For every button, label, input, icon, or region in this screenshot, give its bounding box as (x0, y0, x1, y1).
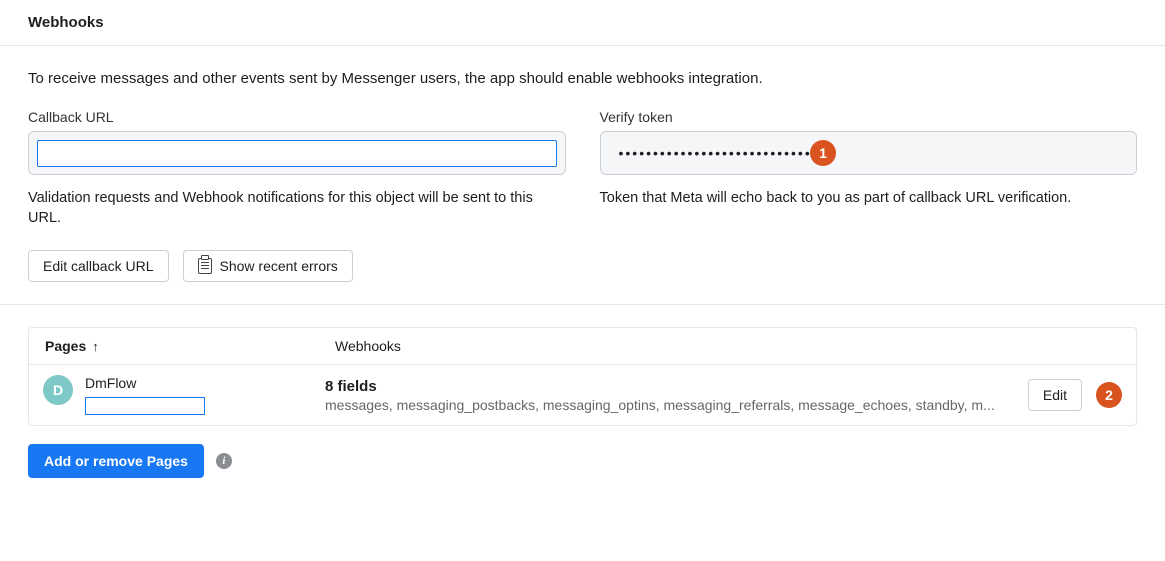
callout-badge-2: 2 (1096, 382, 1122, 408)
token-field: Verify token •••••••••••••••••••••••••••… (600, 109, 1138, 228)
page-id-box (85, 397, 205, 415)
col-header-webhooks: Webhooks (319, 328, 1136, 364)
fields-count: 8 fields (325, 378, 998, 395)
callout-badge-1: 1 (810, 140, 836, 166)
cell-page: D DmFlow (29, 365, 319, 425)
callback-field: Callback URL Validation requests and Web… (28, 109, 566, 228)
col-header-webhooks-label: Webhooks (335, 338, 401, 354)
callback-help: Validation requests and Webhook notifica… (28, 189, 566, 228)
info-icon[interactable]: i (216, 453, 232, 469)
table-header-row: Pages ↑ Webhooks (29, 328, 1136, 365)
token-help: Token that Meta will echo back to you as… (600, 189, 1138, 209)
clipboard-icon (198, 258, 212, 274)
sort-arrow-icon: ↑ (92, 339, 99, 354)
cell-webhooks: 8 fields messages, messaging_postbacks, … (319, 368, 1014, 423)
add-remove-pages-label: Add or remove Pages (44, 453, 188, 469)
add-pages-row: Add or remove Pages i (28, 444, 1137, 478)
col-header-pages-label: Pages (45, 338, 86, 354)
page-title: Webhooks (0, 0, 1165, 46)
cell-action: Edit 2 (1014, 369, 1136, 421)
page-name-block: DmFlow (85, 375, 205, 415)
intro-text: To receive messages and other events sen… (28, 70, 1137, 87)
pages-table: Pages ↑ Webhooks D DmFlow 8 fields messa… (28, 327, 1137, 426)
page-name: DmFlow (85, 375, 205, 391)
page-avatar: D (43, 375, 73, 405)
token-masked-value: •••••••••••••••••••••••••••• (609, 145, 812, 161)
callback-input-wrapper (28, 131, 566, 175)
callback-url-input[interactable] (37, 140, 557, 167)
edit-callback-button[interactable]: Edit callback URL (28, 250, 169, 282)
edit-page-button[interactable]: Edit (1028, 379, 1082, 411)
add-remove-pages-button[interactable]: Add or remove Pages (28, 444, 204, 478)
table-row: D DmFlow 8 fields messages, messaging_po… (29, 365, 1136, 425)
show-errors-label: Show recent errors (220, 258, 338, 274)
webhook-config-section: To receive messages and other events sen… (0, 46, 1165, 304)
config-actions: Edit callback URL Show recent errors (28, 250, 1137, 304)
pages-section: Pages ↑ Webhooks D DmFlow 8 fields messa… (0, 305, 1165, 488)
token-display-wrapper: •••••••••••••••••••••••••••• 1 (600, 131, 1138, 175)
edit-page-label: Edit (1043, 387, 1067, 403)
page-title-text: Webhooks (28, 14, 104, 31)
callback-label: Callback URL (28, 109, 566, 125)
token-label: Verify token (600, 109, 1138, 125)
col-header-pages[interactable]: Pages ↑ (29, 328, 319, 364)
edit-callback-label: Edit callback URL (43, 258, 154, 274)
fields-list: messages, messaging_postbacks, messaging… (325, 397, 998, 413)
show-errors-button[interactable]: Show recent errors (183, 250, 353, 282)
fields-row: Callback URL Validation requests and Web… (28, 109, 1137, 228)
